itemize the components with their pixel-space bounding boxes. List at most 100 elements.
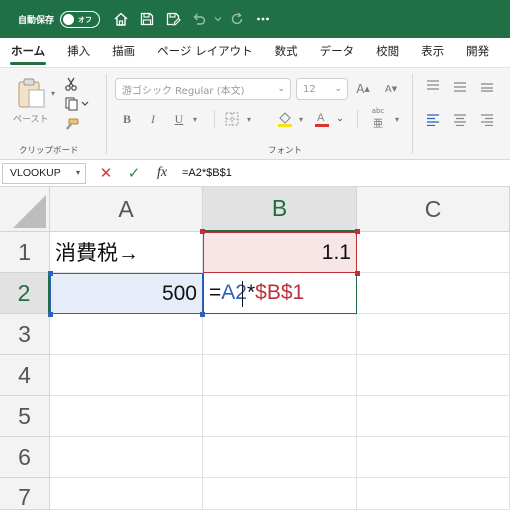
tab-developer[interactable]: 開発: [455, 43, 500, 67]
paste-icon[interactable]: [14, 76, 48, 110]
increase-font-icon[interactable]: A ▲: [352, 80, 374, 98]
column-header-b[interactable]: B: [203, 187, 357, 232]
column-header-a[interactable]: A: [50, 187, 203, 232]
formula-bar: VLOOKUP ▾ ✕ ✓ fx =A2*$B$1: [0, 160, 510, 187]
selection-handle[interactable]: [355, 229, 360, 234]
chevron-down-icon[interactable]: [212, 7, 224, 31]
autosave-state: オフ: [78, 15, 93, 24]
selection-handle[interactable]: [355, 271, 360, 276]
title-bar: 自動保存 オフ: [0, 0, 510, 38]
selection-handle[interactable]: [200, 312, 205, 317]
italic-button[interactable]: I: [144, 110, 162, 128]
toggle-knob: [63, 13, 75, 25]
cell-b2-editor[interactable]: = A2 * $B$1: [203, 273, 357, 314]
excel-window: 自動保存 オフ ホーム 挿入 描画 ページ レイアウト 数式 データ 校閲 表示…: [0, 0, 510, 510]
underline-button[interactable]: U: [170, 110, 188, 128]
name-box[interactable]: VLOOKUP ▾: [2, 162, 86, 184]
borders-icon[interactable]: [222, 110, 242, 128]
cell-a7[interactable]: [50, 478, 203, 510]
row-header-7[interactable]: 7: [0, 478, 50, 510]
cell-a5[interactable]: [50, 396, 203, 437]
font-size-value: 12: [303, 83, 316, 95]
cell-b4[interactable]: [203, 355, 357, 396]
tab-home[interactable]: ホーム: [0, 43, 56, 67]
fill-color-icon[interactable]: [275, 109, 295, 129]
enter-button[interactable]: ✓: [120, 161, 148, 185]
chevron-down-icon[interactable]: ▾: [244, 113, 254, 125]
cell-a6[interactable]: [50, 437, 203, 478]
cell-c6[interactable]: [357, 437, 510, 478]
cell-a2[interactable]: 500: [50, 273, 203, 314]
home-icon[interactable]: [108, 7, 134, 31]
cell-a1[interactable]: 消費税→: [50, 232, 203, 273]
chevron-down-icon[interactable]: ▾: [392, 113, 402, 125]
column-header-c[interactable]: C: [357, 187, 510, 232]
formula-input[interactable]: =A2*$B$1: [182, 167, 232, 179]
cell-b3[interactable]: [203, 314, 357, 355]
chevron-down-icon: ⌄: [334, 84, 342, 94]
row-header-5[interactable]: 5: [0, 396, 50, 437]
font-size-combo[interactable]: 12 ⌄: [296, 78, 348, 100]
selection-handle[interactable]: [48, 271, 53, 276]
formula-operator: *: [246, 281, 256, 304]
more-icon[interactable]: [250, 7, 276, 31]
tab-formulas[interactable]: 数式: [264, 43, 309, 67]
row-header-1[interactable]: 1: [0, 232, 50, 273]
name-box-value: VLOOKUP: [10, 167, 61, 179]
cell-a4[interactable]: [50, 355, 203, 396]
chevron-down-icon[interactable]: ▾: [190, 113, 200, 125]
row-header-4[interactable]: 4: [0, 355, 50, 396]
autosave-label: 自動保存: [18, 15, 55, 26]
cell-b7[interactable]: [203, 478, 357, 510]
align-right-icon[interactable]: [478, 112, 496, 128]
phonetic-icon[interactable]: abc 亜: [364, 106, 392, 130]
paste-chevron-icon[interactable]: ▾: [48, 88, 58, 98]
cell-c2[interactable]: [357, 273, 510, 314]
insert-function-button[interactable]: fx: [148, 161, 176, 185]
tab-data[interactable]: データ: [309, 43, 366, 67]
undo-icon[interactable]: [186, 7, 212, 31]
cancel-button[interactable]: ✕: [92, 161, 120, 185]
tab-review[interactable]: 校閲: [365, 43, 410, 67]
tab-insert[interactable]: 挿入: [56, 43, 101, 67]
save-icon[interactable]: [134, 7, 160, 31]
format-painter-icon[interactable]: [62, 117, 80, 133]
cell-c3[interactable]: [357, 314, 510, 355]
align-top-icon[interactable]: [424, 78, 442, 94]
tab-view[interactable]: 表示: [410, 43, 455, 67]
row-header-3[interactable]: 3: [0, 314, 50, 355]
chevron-down-icon[interactable]: ⌄: [334, 113, 346, 125]
chevron-down-icon: ▾: [75, 167, 80, 177]
font-name-combo[interactable]: 游ゴシック Regular (本文) ⌄: [115, 78, 291, 100]
align-middle-icon[interactable]: [451, 78, 469, 94]
cell-c7[interactable]: [357, 478, 510, 510]
cell-b5[interactable]: [203, 396, 357, 437]
select-all-corner[interactable]: [0, 187, 50, 232]
clipboard-group-label: クリップボード: [19, 146, 79, 156]
selection-handle[interactable]: [200, 229, 205, 234]
chevron-down-icon[interactable]: ▾: [296, 113, 306, 125]
align-center-icon[interactable]: [451, 112, 469, 128]
selection-handle[interactable]: [48, 312, 53, 317]
redo-icon[interactable]: [224, 7, 250, 31]
cell-b1[interactable]: 1.1: [203, 232, 357, 273]
align-bottom-icon[interactable]: [478, 78, 496, 94]
cell-c1[interactable]: [357, 232, 510, 273]
font-color-icon[interactable]: A: [312, 109, 332, 129]
cut-icon[interactable]: [62, 76, 80, 92]
autosave-toggle[interactable]: オフ: [60, 10, 101, 28]
cell-a3[interactable]: [50, 314, 203, 355]
align-left-icon[interactable]: [424, 112, 442, 128]
save-as-icon[interactable]: [160, 7, 186, 31]
cell-c4[interactable]: [357, 355, 510, 396]
cell-c5[interactable]: [357, 396, 510, 437]
row-header-6[interactable]: 6: [0, 437, 50, 478]
tab-draw[interactable]: 描画: [101, 43, 146, 67]
cell-b6[interactable]: [203, 437, 357, 478]
tab-page-layout[interactable]: ページ レイアウト: [146, 43, 263, 67]
font-group-label: フォント: [268, 146, 303, 156]
row-header-2[interactable]: 2: [0, 273, 50, 314]
bold-button[interactable]: B: [118, 110, 136, 128]
copy-icon[interactable]: [62, 96, 92, 112]
decrease-font-icon[interactable]: A ▼: [380, 80, 402, 98]
